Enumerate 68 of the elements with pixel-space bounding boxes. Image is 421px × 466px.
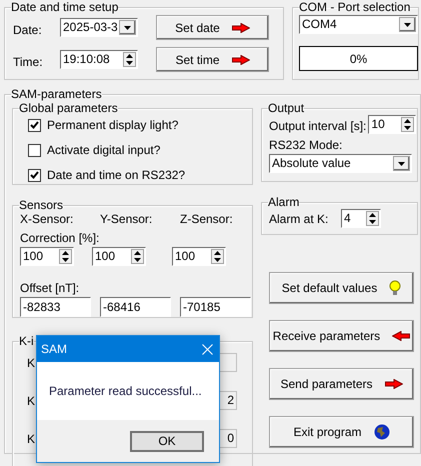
group-title: SAM-parameters [11, 87, 102, 101]
arrow-icon [232, 54, 250, 64]
push-button[interactable]: Exit program [269, 416, 414, 448]
dropdown[interactable]: Absolute value [269, 154, 412, 173]
checkbox-label: Permanent display light? [47, 118, 178, 132]
spin-box[interactable]: 10 [368, 115, 416, 134]
column-label: Y-Sensor: [100, 212, 154, 226]
push-button[interactable]: Receive parameters [269, 320, 414, 352]
checkbox[interactable] [28, 168, 41, 182]
input-field[interactable]: -82833 [20, 297, 91, 317]
field-label: Time: [13, 54, 44, 68]
dropdown-button[interactable] [399, 17, 416, 32]
group-title: Global parameters [19, 101, 118, 115]
spin-box[interactable]: 100 [172, 247, 226, 266]
field-label: Date: [13, 22, 43, 36]
push-button[interactable]: Set default values [269, 272, 414, 304]
column-label: Z-Sensor: [180, 212, 233, 226]
dropdown[interactable]: 2025-03-3 [60, 18, 138, 37]
push-button[interactable]: Send parameters [269, 368, 414, 400]
close-icon[interactable] [202, 344, 213, 354]
arrow-icon [232, 22, 250, 32]
dropdown-button[interactable] [119, 20, 136, 35]
field-label: K [27, 356, 36, 370]
group-title: Alarm [268, 195, 300, 209]
caret-icon [124, 26, 131, 30]
input-field[interactable]: -70185 [180, 297, 251, 317]
lightbulb-icon [389, 280, 402, 296]
field-label: K [27, 394, 36, 408]
progress-text: 0% [350, 52, 368, 66]
spin-buttons[interactable] [59, 249, 72, 264]
checkbox-label: Date and time on RS232? [47, 168, 186, 182]
group-title: Sensors [19, 198, 64, 212]
group-title: COM - Port selection [299, 0, 410, 14]
spin-box[interactable]: 19:10:08 [60, 50, 138, 69]
spin-buttons[interactable] [401, 117, 414, 132]
ok-button[interactable]: OK [130, 430, 204, 452]
field-label: RS232 Mode: [269, 138, 344, 152]
spin-buttons[interactable] [123, 52, 136, 67]
checkbox[interactable] [28, 118, 41, 132]
spin-box[interactable]: 100 [92, 247, 146, 266]
checkbox[interactable] [28, 144, 41, 156]
spin-buttons[interactable] [211, 249, 224, 264]
arrow-icon [384, 379, 403, 389]
column-label: X-Sensor: [20, 212, 74, 226]
group-title: Date and time setup [11, 0, 118, 14]
field-label: Correction [%]: [20, 231, 100, 245]
globe-icon [374, 424, 390, 440]
spin-box[interactable]: 4 [341, 209, 381, 228]
group-title: K-i [19, 334, 34, 348]
arrow-icon [392, 331, 410, 341]
group-title: Output [268, 101, 304, 115]
push-button[interactable]: Set date [156, 15, 269, 40]
field-label: Alarm at K: [269, 212, 330, 226]
caret-icon [398, 162, 405, 166]
dialog-title: SAM [41, 342, 68, 356]
checkbox-label: Activate digital input? [47, 143, 160, 157]
spin-buttons[interactable] [366, 211, 379, 226]
field-label: Offset [nT]: [20, 281, 80, 295]
spin-buttons[interactable] [131, 249, 144, 264]
field-label: Output interval [s]: [269, 119, 366, 134]
input-field[interactable]: -68416 [100, 297, 171, 317]
dropdown-button[interactable] [393, 156, 410, 171]
caret-icon [404, 22, 411, 26]
spin-box[interactable]: 100 [20, 247, 74, 266]
field-label: K [27, 432, 36, 446]
push-button[interactable]: Set time [156, 47, 269, 72]
dropdown[interactable]: COM4 [299, 15, 418, 34]
dialog-message: Parameter read successful... [49, 384, 202, 398]
